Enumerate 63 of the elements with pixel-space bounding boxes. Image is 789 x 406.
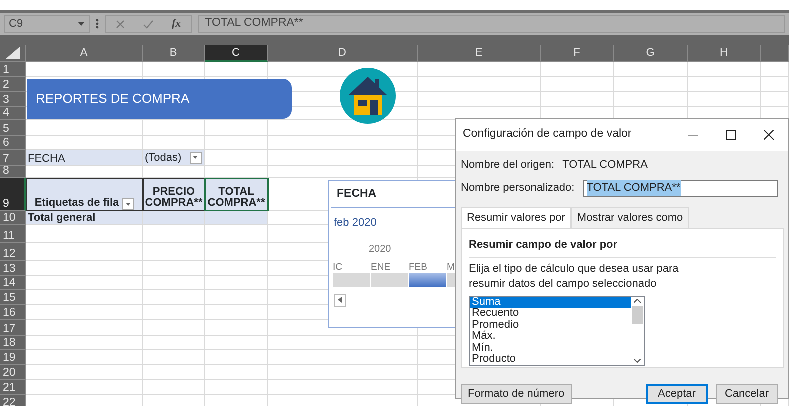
list-item[interactable]: Suma [470, 296, 631, 308]
list-item[interactable]: Promedio [470, 320, 631, 331]
column-header[interactable]: C [205, 45, 268, 62]
formula-field[interactable]: TOTAL COMPRA** [198, 15, 785, 33]
row-header[interactable]: 13 [0, 261, 26, 276]
total-label: Total general [28, 212, 96, 224]
row-header[interactable]: 7 [0, 150, 26, 166]
column-header[interactable]: D [268, 45, 418, 62]
insert-function-button[interactable]: fx [172, 16, 182, 32]
row-header[interactable]: 15 [0, 290, 26, 305]
dialog-button[interactable]: Cancelar [716, 384, 778, 404]
tab[interactable]: Resumir valores por [461, 206, 572, 228]
function-list[interactable]: Suma Recuento Promedio Máx. Mín. Producto [469, 296, 645, 366]
filter-label: FECHA [28, 153, 66, 165]
row-header[interactable]: 4 [0, 107, 26, 120]
row-header[interactable]: 10 [0, 211, 26, 225]
row-header[interactable]: 2 [0, 77, 26, 92]
row-header[interactable]: 9 [0, 178, 26, 211]
row-header[interactable]: 8 [0, 166, 26, 178]
field-value: TOTAL COMPRA [562, 158, 648, 173]
name-input[interactable]: TOTAL COMPRA** [582, 180, 778, 196]
month-label: FEB [409, 262, 428, 273]
row-header[interactable]: 14 [0, 276, 26, 290]
field-label: Nombre del origen: [461, 158, 555, 173]
column-header: TOTAL COMPRA** [208, 186, 266, 210]
row-header[interactable]: 18 [0, 336, 26, 350]
column-header[interactable]: F [541, 45, 614, 62]
section-heading: Resumir campo de valor por [469, 237, 776, 258]
row-header[interactable]: 17 [0, 320, 26, 336]
column-header[interactable]: E [418, 45, 541, 62]
row-header[interactable]: 3 [0, 92, 26, 107]
month-label: M [447, 262, 455, 273]
row-header[interactable]: 16 [0, 305, 26, 320]
tab[interactable]: Mostrar valores como [571, 206, 690, 228]
row-header[interactable]: 5 [0, 120, 26, 136]
month-label: IC [333, 262, 342, 273]
dialog-title: Configuración de campo de valor [463, 127, 633, 142]
row-header[interactable]: 11 [0, 225, 26, 243]
row-header[interactable]: 1 [0, 62, 26, 77]
list-item[interactable]: Mín. [470, 342, 631, 354]
row-header[interactable]: 19 [0, 350, 26, 365]
row-header[interactable]: 6 [0, 136, 26, 150]
dialog-button[interactable]: Aceptar [646, 384, 708, 404]
row-header[interactable]: 12 [0, 243, 26, 261]
column-header: Etiquetas de fila [34, 198, 120, 210]
dialog-button[interactable]: Formato de número [461, 384, 572, 404]
row-header[interactable]: 22 [0, 395, 26, 406]
filter-value: (Todas) [145, 152, 182, 164]
column-header[interactable]: A [26, 45, 143, 62]
list-item[interactable]: Producto [470, 354, 631, 366]
name-box[interactable]: C9 [4, 15, 90, 33]
description-text: Elija el tipo de cálculo que desea usar para resumir datos del campo seleccionado [469, 262, 680, 292]
month-label: ENE [371, 262, 391, 273]
column-header[interactable]: H [688, 45, 761, 62]
row-header[interactable]: 20 [0, 365, 26, 380]
column-header[interactable]: G [614, 45, 688, 62]
year-label: 2020 [369, 244, 392, 255]
row-header[interactable]: 21 [0, 380, 26, 395]
list-item[interactable]: Máx. [470, 331, 631, 342]
title-banner: REPORTES DE COMPRA [27, 79, 292, 119]
column-header[interactable]: B [143, 45, 205, 62]
list-item[interactable]: Recuento [470, 308, 631, 320]
column-header: PRECIO COMPRA** [145, 186, 203, 210]
